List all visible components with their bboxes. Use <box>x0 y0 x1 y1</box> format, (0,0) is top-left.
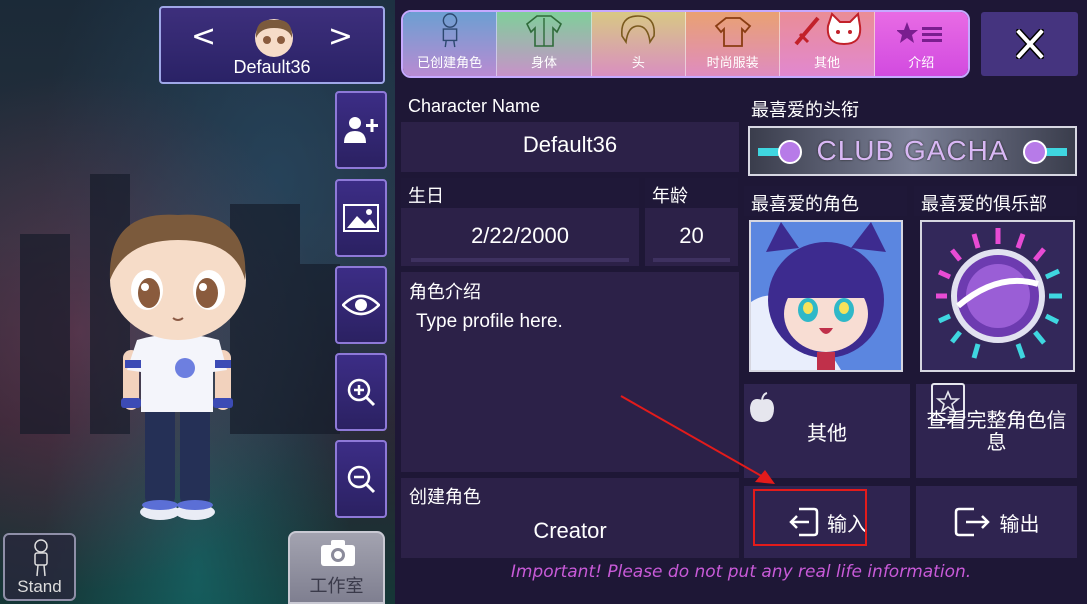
eye-icon <box>342 294 380 316</box>
character-selector: < > Default36 <box>159 6 385 84</box>
image-icon <box>343 204 379 232</box>
favorite-character-portrait[interactable] <box>749 220 903 372</box>
stand-label: Stand <box>17 577 62 596</box>
favorite-title-banner[interactable]: CLUB GACHA <box>748 126 1077 176</box>
favorite-title-label: 最喜爱的头衔 <box>751 100 859 121</box>
tab-fashion[interactable]: 时尚服装 <box>685 12 781 76</box>
zoom-out-button[interactable] <box>335 440 387 518</box>
previous-character-button[interactable]: < <box>191 22 216 52</box>
background-button[interactable] <box>335 179 387 257</box>
privacy-notice: Important! Please do not put any real li… <box>510 562 972 582</box>
character-scene: < > Default36 Stand 工作室 <box>0 0 395 604</box>
add-character-button[interactable] <box>335 91 387 169</box>
age-field[interactable]: 20 <box>645 208 738 266</box>
favorite-club-label: 最喜爱的俱乐部 <box>914 186 1077 216</box>
tab-label: 其他 <box>813 56 840 71</box>
favorite-title-value: CLUB GACHA <box>816 135 1009 166</box>
add-user-icon <box>344 117 378 143</box>
zoom-in-icon <box>347 378 376 407</box>
favorite-club-emblem[interactable] <box>920 220 1075 372</box>
anime-girl-portrait <box>751 222 901 370</box>
chibi-character[interactable] <box>95 200 265 530</box>
birthday-value: 2/22/2000 <box>471 223 569 248</box>
tab-label: 时尚服装 <box>706 56 759 71</box>
import-highlight-box <box>753 489 867 546</box>
club-emblem-icon <box>936 228 1062 359</box>
birthday-underline <box>411 258 629 262</box>
age-underline <box>653 258 730 262</box>
tab-label: 已创建角色 <box>417 56 483 71</box>
tab-profile[interactable]: 介绍 <box>874 12 968 76</box>
visibility-button[interactable] <box>335 266 387 344</box>
creator-value: Creator <box>533 518 607 543</box>
age-value: 20 <box>679 223 704 248</box>
stand-pose-button[interactable]: Stand <box>3 533 76 601</box>
character-avatar <box>255 19 293 57</box>
close-icon <box>1015 29 1044 59</box>
planet-icon <box>1023 140 1047 164</box>
character-name-value: Default36 <box>522 132 618 157</box>
favorite-character-label: 最喜爱的角色 <box>744 186 907 216</box>
birthday-field[interactable]: 2/22/2000 <box>401 208 639 266</box>
star-list-icon <box>897 22 943 43</box>
birthday-label: 生日 <box>401 178 639 208</box>
tab-created-characters[interactable]: 已创建角色 <box>403 12 498 76</box>
zoom-out-icon <box>347 465 376 494</box>
export-label: 输出 <box>999 511 1040 536</box>
tab-label: 身体 <box>530 56 557 71</box>
character-name-field[interactable]: Default36 <box>401 122 739 172</box>
export-icon <box>954 507 990 537</box>
sword-cat-icon <box>794 12 862 46</box>
jacket-icon <box>525 15 562 47</box>
tab-other[interactable]: 其他 <box>780 12 875 76</box>
tshirt-icon <box>714 17 751 47</box>
planet-icon <box>778 140 802 164</box>
creator-field[interactable]: 创建角色 Creator <box>401 478 739 558</box>
tab-head[interactable]: 头 <box>591 12 686 76</box>
annotation-arrow <box>620 395 775 484</box>
tab-label: 介绍 <box>908 56 935 71</box>
hair-icon <box>621 15 656 45</box>
character-card-name: Default36 <box>233 57 311 77</box>
view-full-profile-label: 查看完整角色信息 <box>926 408 1067 454</box>
camera-icon <box>321 540 355 566</box>
stand-figure-icon <box>34 539 48 577</box>
view-full-profile-button[interactable]: 查看完整角色信息 <box>916 383 1077 478</box>
next-character-button[interactable]: > <box>328 22 353 52</box>
close-button[interactable] <box>981 12 1078 76</box>
tab-label: 头 <box>631 56 645 71</box>
intro-label: 角色介绍 <box>409 282 481 303</box>
age-label: 年龄 <box>645 178 738 208</box>
zoom-in-button[interactable] <box>335 353 387 431</box>
export-button[interactable]: 输出 <box>916 486 1077 558</box>
studio-button[interactable]: 工作室 <box>288 531 385 604</box>
other-button-label: 其他 <box>807 420 847 445</box>
category-tabs: 已创建角色 身体 头 时尚服装 其他 介绍 <box>401 10 970 78</box>
creator-label: 创建角色 <box>409 487 481 508</box>
character-name-label: Character Name <box>408 96 541 116</box>
intro-placeholder: Type profile here. <box>416 311 563 332</box>
person-outline-icon <box>442 13 457 48</box>
tab-body[interactable]: 身体 <box>497 12 592 76</box>
studio-label: 工作室 <box>309 576 364 597</box>
